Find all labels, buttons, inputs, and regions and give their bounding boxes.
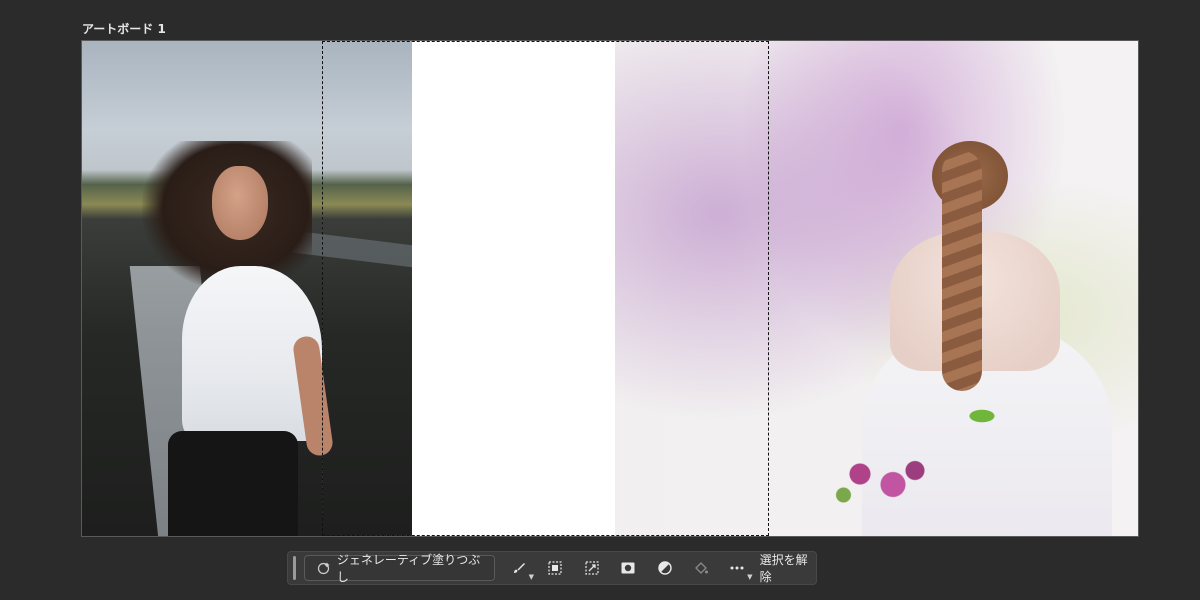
woman-pants [168,431,298,536]
select-subject-icon [547,560,563,576]
artboard-label[interactable]: アートボード 1 [82,20,166,37]
transform-selection-button[interactable] [579,555,603,581]
flower-bouquet [827,446,937,516]
fill-button[interactable] [689,555,713,581]
artboard-canvas[interactable] [81,40,1139,537]
generative-fill-label: ジェネレーティブ塗りつぶし [336,553,481,584]
mask-icon [620,560,636,576]
adjustment-icon [657,560,673,576]
more-options-button[interactable]: ▼ [725,555,753,581]
leaves [952,401,1012,431]
chevron-down-icon: ▼ [528,573,535,581]
deselect-button[interactable]: 選択を解除 [760,551,816,585]
select-subject-button[interactable] [543,555,567,581]
fill-icon [693,560,709,576]
brush-icon [511,560,527,576]
more-icon [729,560,745,576]
sparkle-icon [317,562,330,575]
woman-face [212,166,268,240]
mask-button[interactable] [616,555,640,581]
generative-fill-button[interactable]: ジェネレーティブ塗りつぶし [303,553,495,584]
chevron-down-icon: ▼ [747,573,753,581]
bride-braid [942,151,982,391]
left-photo [82,41,412,536]
contextual-task-bar: ジェネレーティブ塗りつぶし ▼ ▼ 選択を解除 [287,551,817,585]
adjustment-button[interactable] [652,555,676,581]
brush-tool-button[interactable]: ▼ [507,555,535,581]
transform-selection-icon [584,560,600,576]
taskbar-drag-handle[interactable] [293,556,296,580]
